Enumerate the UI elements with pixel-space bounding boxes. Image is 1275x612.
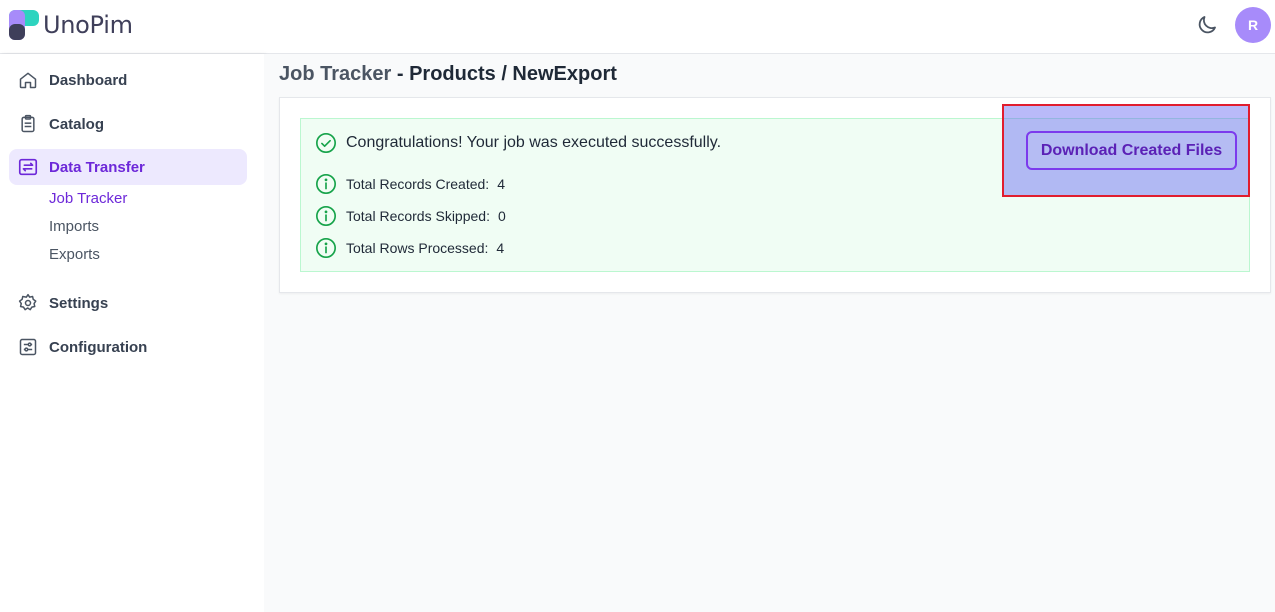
sliders-icon xyxy=(17,336,39,358)
stat-label: Total Records Skipped: xyxy=(346,208,490,224)
page-title-rest: - Products / NewExport xyxy=(396,63,617,85)
user-avatar[interactable]: R xyxy=(1235,7,1271,43)
sidebar-item-configuration[interactable]: Configuration xyxy=(9,329,247,365)
main-content: Job Tracker - Products / NewExport Congr… xyxy=(264,54,1275,612)
download-created-files-button[interactable]: Download Created Files xyxy=(1026,131,1237,170)
sidebar-item-label: Settings xyxy=(49,294,109,312)
stat-value: 4 xyxy=(497,176,505,192)
transfer-icon xyxy=(17,156,39,178)
check-circle-icon xyxy=(316,133,336,153)
stat-value: 0 xyxy=(497,208,506,224)
sidebar: Dashboard Catalog Data Transfer Job Trac… xyxy=(0,54,264,612)
info-icon xyxy=(316,238,336,258)
breadcrumb-job-tracker[interactable]: Job Tracker xyxy=(279,63,391,85)
sidebar-item-dashboard[interactable]: Dashboard xyxy=(9,62,247,98)
info-icon xyxy=(316,206,336,226)
sidebar-subitem-job-tracker[interactable]: Job Tracker xyxy=(49,190,127,207)
sidebar-subitem-exports[interactable]: Exports xyxy=(49,246,100,263)
sidebar-item-label: Dashboard xyxy=(49,71,128,89)
top-bar: UnoPim R xyxy=(0,0,1275,54)
stat-label: Total Rows Processed: xyxy=(346,240,489,256)
sidebar-item-settings[interactable]: Settings xyxy=(9,285,247,321)
dark-mode-moon-icon[interactable] xyxy=(1195,13,1219,37)
success-message: Congratulations! Your job was executed s… xyxy=(346,134,722,151)
sidebar-item-label: Catalog xyxy=(49,115,105,133)
logo-mark-icon xyxy=(9,10,39,40)
stat-row-created: Total Records Created: 4 xyxy=(315,173,505,195)
stat-row-skipped: Total Records Skipped: 0 xyxy=(315,205,506,227)
stat-label: Total Records Created: xyxy=(346,176,490,192)
info-icon xyxy=(316,174,336,194)
brand-name: UnoPim xyxy=(43,11,133,39)
page-title: Job Tracker - Products / NewExport xyxy=(279,63,617,86)
brand-logo[interactable]: UnoPim xyxy=(9,10,133,40)
stat-value: 4 xyxy=(496,240,505,256)
success-message-row: Congratulations! Your job was executed s… xyxy=(315,132,721,154)
clipboard-icon xyxy=(17,113,39,135)
sidebar-item-label: Data Transfer xyxy=(49,158,145,176)
gear-icon xyxy=(17,292,39,314)
home-icon xyxy=(17,69,39,91)
sidebar-item-catalog[interactable]: Catalog xyxy=(9,106,247,142)
sidebar-item-label: Configuration xyxy=(49,338,148,356)
sidebar-subitem-imports[interactable]: Imports xyxy=(49,218,99,235)
stat-row-processed: Total Rows Processed: 4 xyxy=(315,237,504,259)
sidebar-item-data-transfer[interactable]: Data Transfer xyxy=(9,149,247,185)
